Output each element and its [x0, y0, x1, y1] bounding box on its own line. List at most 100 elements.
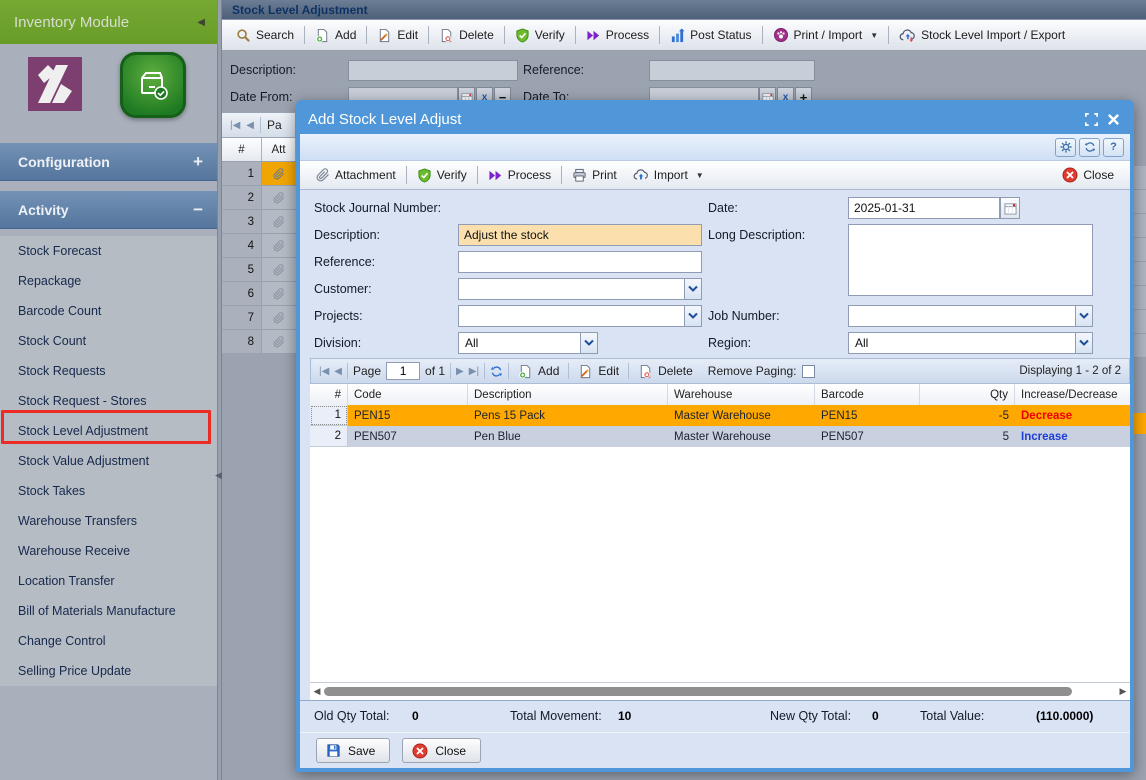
- verify-button[interactable]: Verify: [409, 163, 475, 187]
- description-filter-input[interactable]: [348, 60, 518, 81]
- projects-select[interactable]: [458, 305, 702, 327]
- edit-button[interactable]: Edit: [369, 23, 426, 47]
- last-page-icon[interactable]: ▶|: [469, 366, 479, 377]
- attachment-cell[interactable]: [262, 210, 296, 234]
- date-input[interactable]: [848, 197, 1000, 219]
- print-import-button[interactable]: Print / Import ▼: [765, 23, 887, 47]
- sidebar-item-warehouse-transfers[interactable]: Warehouse Transfers: [0, 506, 217, 536]
- sidebar-item-warehouse-receive[interactable]: Warehouse Receive: [0, 536, 217, 566]
- save-button[interactable]: Save: [316, 738, 390, 763]
- column-header-att[interactable]: Att: [262, 138, 296, 161]
- chevron-down-icon[interactable]: [1075, 332, 1093, 354]
- close-button[interactable]: [1102, 109, 1124, 129]
- sidebar-item-repackage[interactable]: Repackage: [0, 266, 217, 296]
- attachment-cell[interactable]: [262, 162, 296, 186]
- sidebar-section-activity[interactable]: Activity −: [0, 191, 217, 229]
- sidebar-item-stock-value-adjustment[interactable]: Stock Value Adjustment: [0, 446, 217, 476]
- delete-button[interactable]: Delete: [431, 23, 502, 47]
- maximize-button[interactable]: [1080, 109, 1102, 129]
- long-description-textarea[interactable]: [848, 224, 1093, 296]
- sidebar-item-stock-forecast[interactable]: Stock Forecast: [0, 236, 217, 266]
- sidebar-item-stock-takes[interactable]: Stock Takes: [0, 476, 217, 506]
- horizontal-scrollbar[interactable]: ◀ ▶: [310, 683, 1130, 700]
- first-page-icon[interactable]: |◀: [319, 366, 329, 377]
- refresh-button[interactable]: [1079, 138, 1100, 157]
- customer-select[interactable]: [458, 278, 702, 300]
- grid-add-button[interactable]: Add: [514, 359, 563, 383]
- sidebar-item-location-transfer[interactable]: Location Transfer: [0, 566, 217, 596]
- grid-delete-button[interactable]: Delete: [634, 359, 697, 383]
- table-row[interactable]: 3: [222, 210, 296, 234]
- remove-paging-checkbox[interactable]: [802, 365, 815, 378]
- inventory-app-icon[interactable]: [120, 52, 186, 118]
- attachment-cell[interactable]: [262, 306, 296, 330]
- column-header-barcode[interactable]: Barcode: [815, 384, 920, 405]
- next-page-icon[interactable]: ▶: [456, 366, 464, 377]
- reference-input[interactable]: [458, 251, 702, 273]
- job-number-select[interactable]: [848, 305, 1093, 327]
- prev-page-icon[interactable]: ◀: [334, 366, 342, 377]
- search-button[interactable]: Search: [228, 23, 302, 47]
- table-row[interactable]: 2: [222, 186, 296, 210]
- attachment-button[interactable]: Attachment: [308, 163, 404, 187]
- chevron-down-icon[interactable]: [684, 278, 702, 300]
- column-header-warehouse[interactable]: Warehouse: [668, 384, 815, 405]
- table-row[interactable]: 7: [222, 306, 296, 330]
- column-header-description[interactable]: Description: [468, 384, 668, 405]
- column-header-qty[interactable]: Qty: [920, 384, 1015, 405]
- table-row[interactable]: 6: [222, 282, 296, 306]
- reference-filter-input[interactable]: [649, 60, 815, 81]
- attachment-cell[interactable]: [262, 234, 296, 258]
- import-button[interactable]: Import ▼: [625, 163, 712, 187]
- collapse-icon[interactable]: −: [193, 200, 203, 220]
- sidebar-item-change-control[interactable]: Change Control: [0, 626, 217, 656]
- chevron-down-icon[interactable]: [684, 305, 702, 327]
- sidebar-section-configuration[interactable]: Configuration +: [0, 143, 217, 181]
- sidebar-item-bill-of-materials-manufacture[interactable]: Bill of Materials Manufacture: [0, 596, 217, 626]
- column-header-code[interactable]: Code: [348, 384, 468, 405]
- attachment-cell[interactable]: [262, 282, 296, 306]
- prev-page-icon[interactable]: ◀: [246, 120, 254, 131]
- expand-icon[interactable]: +: [193, 152, 203, 172]
- column-header-num[interactable]: #: [310, 384, 348, 405]
- add-button[interactable]: Add: [307, 23, 364, 47]
- chevron-down-icon[interactable]: [1075, 305, 1093, 327]
- first-page-icon[interactable]: |◀: [230, 120, 240, 131]
- division-select[interactable]: All: [458, 332, 598, 354]
- scroll-right-icon[interactable]: ▶: [1116, 686, 1130, 697]
- splitter-arrow-icon[interactable]: ◀: [215, 470, 222, 481]
- refresh-icon[interactable]: [490, 365, 503, 378]
- sidebar-item-stock-requests[interactable]: Stock Requests: [0, 356, 217, 386]
- region-select[interactable]: All: [848, 332, 1093, 354]
- attachment-cell[interactable]: [262, 186, 296, 210]
- table-row[interactable]: 5: [222, 258, 296, 282]
- process-button[interactable]: Process: [578, 23, 657, 47]
- attachment-cell[interactable]: [262, 330, 296, 354]
- table-row[interactable]: 1: [222, 162, 296, 186]
- column-header-num[interactable]: #: [222, 138, 262, 161]
- attachment-cell[interactable]: [262, 258, 296, 282]
- stock-level-import-export-button[interactable]: Stock Level Import / Export: [891, 23, 1073, 47]
- page-number-input[interactable]: [386, 362, 420, 380]
- close-button[interactable]: Close: [1054, 163, 1122, 187]
- close-button-footer[interactable]: Close: [402, 738, 481, 763]
- chevron-down-icon[interactable]: [580, 332, 598, 354]
- sidebar-item-selling-price-update[interactable]: Selling Price Update: [0, 656, 217, 686]
- print-button[interactable]: Print: [564, 163, 625, 187]
- grid-edit-button[interactable]: Edit: [574, 359, 623, 383]
- table-row-selected[interactable]: 1 PEN15 Pens 15 Pack Master Warehouse PE…: [310, 405, 1130, 426]
- verify-button[interactable]: Verify: [507, 23, 573, 47]
- description-input[interactable]: [458, 224, 702, 246]
- help-button[interactable]: ?: [1103, 138, 1124, 157]
- settings-button[interactable]: [1055, 138, 1076, 157]
- sidebar-item-barcode-count[interactable]: Barcode Count: [0, 296, 217, 326]
- dialog-titlebar[interactable]: Add Stock Level Adjust: [300, 104, 1130, 134]
- column-header-increase-decrease[interactable]: Increase/Decrease: [1015, 384, 1130, 405]
- scrollbar-thumb[interactable]: [324, 687, 1072, 696]
- table-row[interactable]: 4: [222, 234, 296, 258]
- table-row[interactable]: 8: [222, 330, 296, 354]
- scroll-left-icon[interactable]: ◀: [310, 686, 324, 697]
- table-row[interactable]: 2 PEN507 Pen Blue Master Warehouse PEN50…: [310, 426, 1130, 447]
- process-button[interactable]: Process: [480, 163, 559, 187]
- date-calendar-button[interactable]: [1000, 197, 1020, 219]
